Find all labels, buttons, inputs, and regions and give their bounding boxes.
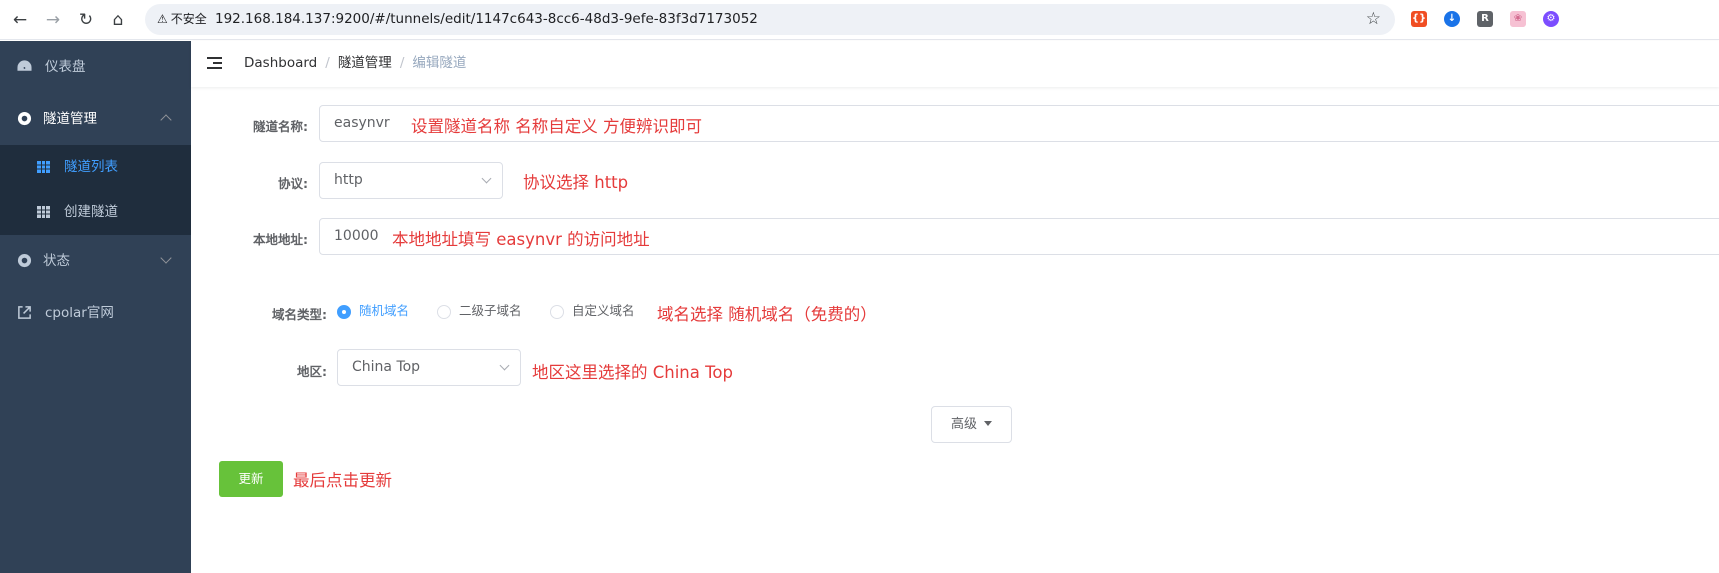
sidebar-item-dashboard[interactable]: 仪表盘 [0,41,191,93]
sidebar-item-tunnel-list[interactable]: 隧道列表 [0,145,191,190]
radio-label-random-domain[interactable]: 随机域名 [359,303,409,319]
sidebar-item-label: cpolar官网 [45,305,114,321]
sidebar-item-label: 状态 [43,253,70,269]
chevron-down-icon [481,173,492,184]
annotation-protocol: 协议选择 http [523,173,629,192]
navbar: Dashboard / 隧道管理 / 编辑隧道 [191,41,1719,87]
sidebar-item-label: 隧道管理 [43,111,97,127]
extension-icon[interactable]: {} [1411,11,1427,27]
home-icon[interactable]: ⌂ [106,8,130,32]
grid-icon [37,161,50,173]
radio-random-domain[interactable] [337,305,351,319]
bilibili-extension-icon[interactable]: ❀ [1510,11,1526,27]
breadcrumb-current: 编辑隧道 [412,55,467,71]
settings-extension-icon[interactable]: ⚙ [1543,11,1559,27]
chevron-down-icon [499,360,510,371]
radio-custom-domain[interactable] [550,305,564,319]
chevron-up-icon [160,114,172,126]
dashboard-icon [17,60,32,71]
download-icon[interactable]: ↓ [1444,11,1460,27]
caret-down-icon [984,421,992,426]
radio-label-custom-domain[interactable]: 自定义域名 [572,303,635,319]
security-indicator[interactable]: ⚠ 不安全 [151,9,214,30]
annotation-update: 最后点击更新 [293,471,392,490]
annotation-local: 本地地址填写 easynvr 的访问地址 [392,230,650,249]
chevron-down-icon [160,252,172,264]
sidebar-item-label: 创建隧道 [64,204,118,220]
protocol-value: http [334,172,363,188]
sidebar-item-label: 隧道列表 [64,159,118,175]
sidebar-item-status[interactable]: 状态 [0,235,191,287]
tunnel-icon [17,111,32,126]
protocol-label: 协议: [278,176,308,191]
breadcrumb-dashboard[interactable]: Dashboard [244,55,317,71]
grid-icon [37,206,50,218]
back-icon[interactable]: ← [8,8,32,32]
sidebar-item-label: 仪表盘 [45,59,86,75]
bookmark-star-icon[interactable]: ☆ [1366,4,1381,35]
url-text[interactable]: 192.168.184.137:9200/#/tunnels/edit/1147… [215,4,758,35]
reader-extension-icon[interactable]: R [1477,11,1493,27]
region-select[interactable]: China Top [337,349,521,386]
reload-icon[interactable]: ↻ [74,8,98,32]
update-button[interactable]: 更新 [219,461,283,497]
annotation-region: 地区这里选择的 China Top [532,363,733,382]
breadcrumb-tunnel-management[interactable]: 隧道管理 [338,55,392,71]
address-bar[interactable]: ⚠ 不安全 192.168.184.137:9200/#/tunnels/edit… [145,4,1395,35]
forward-icon[interactable]: → [41,8,65,32]
region-label: 地区: [297,364,327,379]
sidebar-item-tunnel-management[interactable]: 隧道管理 [0,93,191,145]
protocol-select[interactable]: http [319,162,503,199]
annotation-name: 设置隧道名称 名称自定义 方便辨识即可 [411,117,702,136]
hamburger-icon[interactable] [207,56,222,70]
external-link-icon [18,306,31,319]
status-icon [17,253,32,268]
region-value: China Top [352,359,421,375]
annotation-domain: 域名选择 随机域名（免费的） [657,305,877,324]
domain-type-label: 域名类型: [272,307,327,322]
radio-label-subdomain[interactable]: 二级子域名 [459,303,522,319]
warning-icon: ⚠ [157,12,168,26]
advanced-button[interactable]: 高级 [931,406,1012,443]
sidebar-item-cpolar-website[interactable]: cpolar官网 [0,287,191,339]
tunnel-name-label: 隧道名称: [253,119,308,134]
radio-subdomain[interactable] [437,305,451,319]
local-address-label: 本地地址: [253,232,308,247]
browser-toolbar: ← → ↻ ⌂ ⚠ 不安全 192.168.184.137:9200/#/tunn… [0,0,1719,40]
advanced-label: 高级 [950,417,977,432]
breadcrumb: Dashboard / 隧道管理 / 编辑隧道 [244,55,467,71]
sidebar: 仪表盘 隧道管理 隧道列表 创建隧道 状态 cpolar官网 [0,41,191,573]
security-label: 不安全 [170,12,207,26]
sidebar-item-create-tunnel[interactable]: 创建隧道 [0,190,191,235]
submenu-tunnels: 隧道列表 创建隧道 [0,145,191,235]
